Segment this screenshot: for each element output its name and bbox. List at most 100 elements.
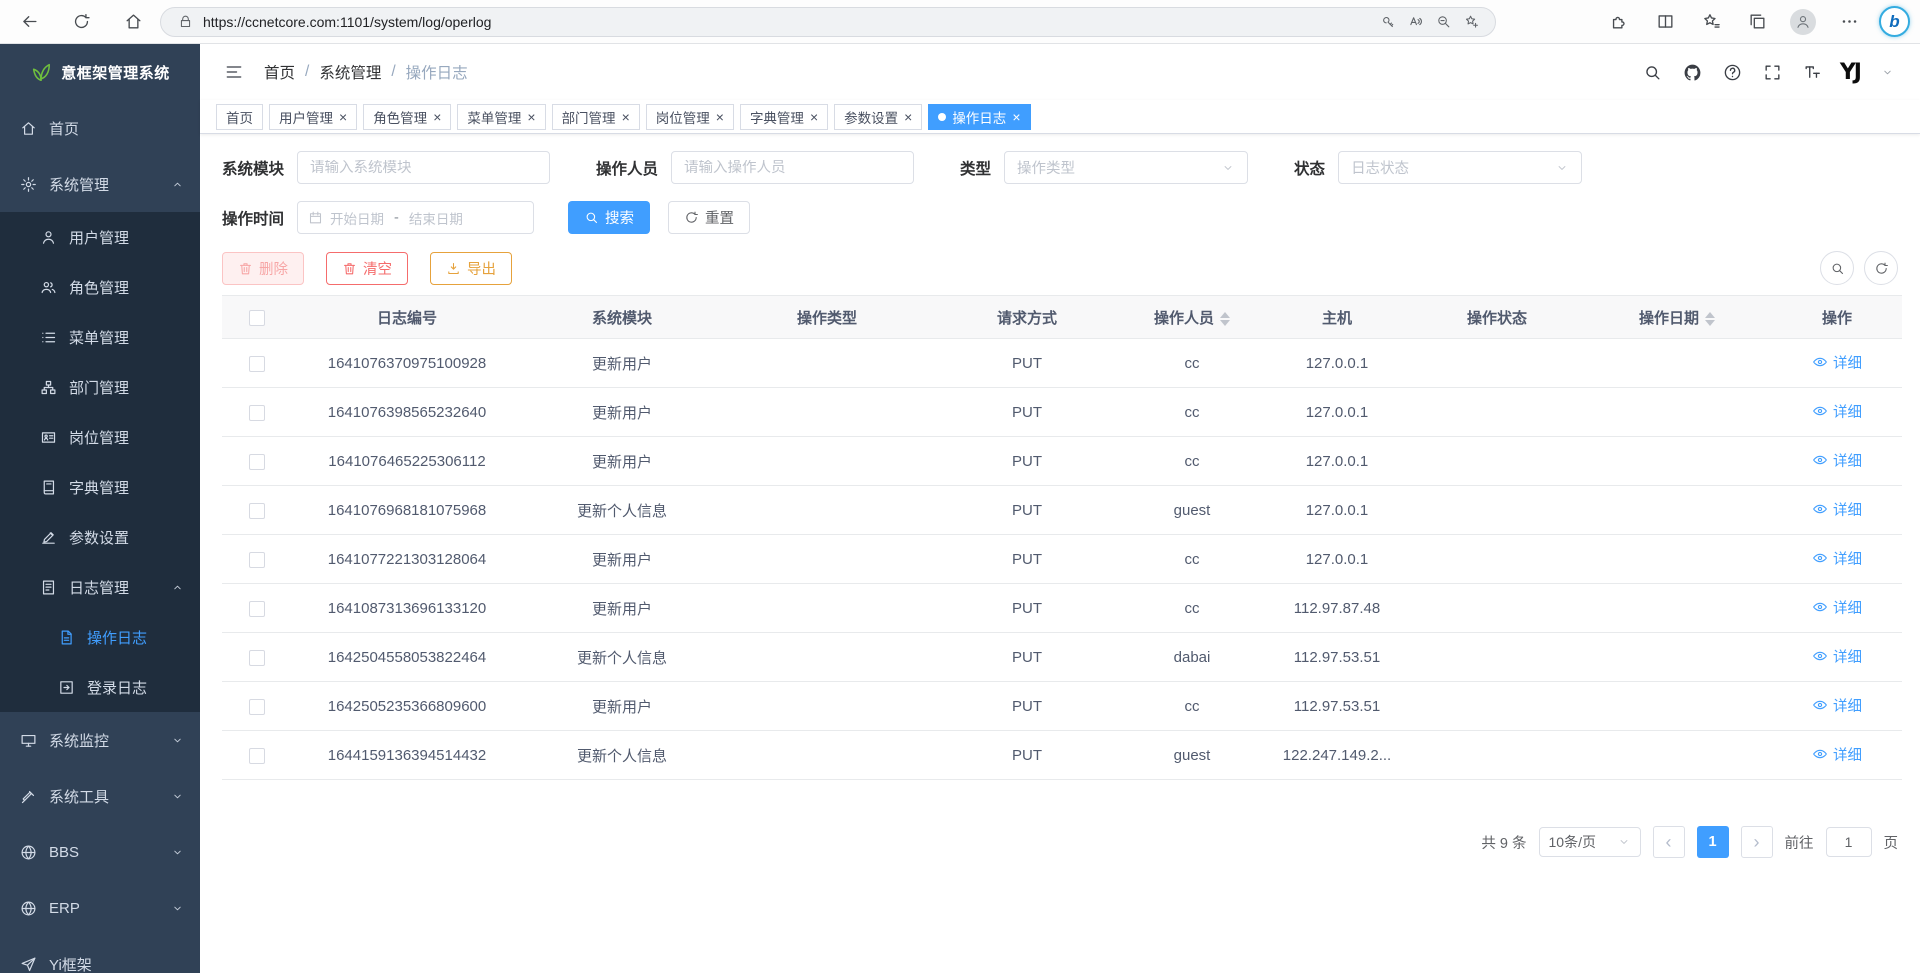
close-icon[interactable]: × xyxy=(339,110,347,124)
goto-page-input[interactable] xyxy=(1826,827,1872,857)
split-screen-button[interactable] xyxy=(1649,5,1681,39)
page-size-select[interactable]: 10条/页 xyxy=(1539,827,1641,857)
sidebar-item-home[interactable]: 首页 xyxy=(0,100,200,156)
table-search-button[interactable] xyxy=(1820,251,1854,285)
detail-link[interactable]: 详细 xyxy=(1812,695,1862,716)
read-aloud-icon[interactable] xyxy=(1403,10,1427,34)
row-checkbox[interactable] xyxy=(249,454,265,470)
sidebar-item-system-tools[interactable]: 系统工具 xyxy=(0,768,200,824)
sidebar-item-login-log[interactable]: 登录日志 xyxy=(0,662,200,712)
detail-link[interactable]: 详细 xyxy=(1812,744,1862,765)
tab-param-settings[interactable]: 参数设置× xyxy=(834,104,922,130)
close-icon[interactable]: × xyxy=(527,110,535,124)
reload-button[interactable] xyxy=(62,5,100,39)
date-range-picker[interactable]: 开始日期 - 结束日期 xyxy=(297,201,534,234)
sidebar-item-system-monitor[interactable]: 系统监控 xyxy=(0,712,200,768)
status-select[interactable]: 日志状态 xyxy=(1338,151,1582,184)
tab-dict-management[interactable]: 字典管理× xyxy=(740,104,828,130)
zoom-out-icon[interactable] xyxy=(1431,10,1455,34)
close-icon[interactable]: × xyxy=(810,110,818,124)
detail-link[interactable]: 详细 xyxy=(1812,450,1862,471)
current-page[interactable]: 1 xyxy=(1697,826,1729,858)
url-text[interactable]: https://ccnetcore.com:1101/system/log/op… xyxy=(203,14,1375,30)
github-button[interactable] xyxy=(1676,55,1710,89)
close-icon[interactable]: × xyxy=(716,110,724,124)
text-size-button[interactable] xyxy=(1796,55,1830,89)
collections-button[interactable] xyxy=(1741,5,1773,39)
breadcrumb-item[interactable]: 系统管理 xyxy=(319,61,381,83)
tab-operation-log[interactable]: 操作日志× xyxy=(928,104,1030,130)
sidebar-item-erp[interactable]: ERP xyxy=(0,880,200,936)
tab-menu-management[interactable]: 菜单管理× xyxy=(457,104,545,130)
question-button[interactable] xyxy=(1716,55,1750,89)
tab-role-management[interactable]: 角色管理× xyxy=(363,104,451,130)
app-logo[interactable]: 意框架管理系统 xyxy=(0,44,200,100)
tab-post-management[interactable]: 岗位管理× xyxy=(646,104,734,130)
next-page-button[interactable]: › xyxy=(1741,826,1773,858)
clear-button[interactable]: 清空 xyxy=(326,252,408,285)
favorites-bar-button[interactable] xyxy=(1695,5,1727,39)
detail-link[interactable]: 详细 xyxy=(1812,646,1862,667)
detail-link[interactable]: 详细 xyxy=(1812,548,1862,569)
detail-link[interactable]: 详细 xyxy=(1812,597,1862,618)
sidebar-item-menu-management[interactable]: 菜单管理 xyxy=(0,312,200,362)
search-button[interactable]: 搜索 xyxy=(568,201,650,234)
back-button[interactable] xyxy=(10,5,48,39)
row-checkbox[interactable] xyxy=(249,748,265,764)
puzzle-button[interactable] xyxy=(1603,5,1635,39)
sidebar-item-dept-management[interactable]: 部门管理 xyxy=(0,362,200,412)
close-icon[interactable]: × xyxy=(433,110,441,124)
detail-link[interactable]: 详细 xyxy=(1812,352,1862,373)
select-all-checkbox[interactable] xyxy=(249,310,265,326)
fullscreen-button[interactable] xyxy=(1756,55,1790,89)
sort-caret-icon[interactable] xyxy=(1220,312,1230,326)
tab-dept-management[interactable]: 部门管理× xyxy=(552,104,640,130)
caret-down-icon[interactable] xyxy=(1870,55,1904,89)
operator-input[interactable] xyxy=(684,160,901,176)
star-plus-icon[interactable] xyxy=(1459,10,1483,34)
row-checkbox[interactable] xyxy=(249,650,265,666)
sidebar-item-operation-log[interactable]: 操作日志 xyxy=(0,612,200,662)
close-icon[interactable]: × xyxy=(904,110,912,124)
reset-button[interactable]: 重置 xyxy=(668,201,750,234)
sidebar-item-log-management[interactable]: 日志管理 xyxy=(0,562,200,612)
row-checkbox[interactable] xyxy=(249,552,265,568)
detail-link[interactable]: 详细 xyxy=(1812,499,1862,520)
prev-page-button[interactable]: ‹ xyxy=(1653,826,1685,858)
export-button[interactable]: 导出 xyxy=(430,252,512,285)
copilot-icon[interactable]: b xyxy=(1879,6,1910,37)
detail-link[interactable]: 详细 xyxy=(1812,401,1862,422)
sidebar-item-role-management[interactable]: 角色管理 xyxy=(0,262,200,312)
table-refresh-button[interactable] xyxy=(1864,251,1898,285)
key-icon[interactable] xyxy=(1375,10,1399,34)
module-input[interactable] xyxy=(310,160,537,176)
sort-caret-icon[interactable] xyxy=(1705,312,1715,326)
close-icon[interactable]: × xyxy=(622,110,630,124)
type-select[interactable]: 操作类型 xyxy=(1004,151,1248,184)
profile-button[interactable] xyxy=(1787,5,1819,39)
search-button[interactable] xyxy=(1636,55,1670,89)
breadcrumb-item[interactable]: 首页 xyxy=(264,61,295,83)
home-button[interactable] xyxy=(114,5,152,39)
column-header-date[interactable]: 操作日期 xyxy=(1582,296,1772,339)
dots-button[interactable] xyxy=(1833,5,1865,39)
close-icon[interactable]: × xyxy=(1012,110,1020,124)
yi-logo[interactable]: YJ xyxy=(1840,60,1860,85)
row-checkbox[interactable] xyxy=(249,503,265,519)
sidebar-item-dict-management[interactable]: 字典管理 xyxy=(0,462,200,512)
sidebar-item-system-management[interactable]: 系统管理 xyxy=(0,156,200,212)
sidebar-item-user-management[interactable]: 用户管理 xyxy=(0,212,200,262)
address-bar[interactable]: https://ccnetcore.com:1101/system/log/op… xyxy=(160,7,1496,37)
tab-user-management[interactable]: 用户管理× xyxy=(269,104,357,130)
row-checkbox[interactable] xyxy=(249,601,265,617)
delete-button[interactable]: 删除 xyxy=(222,252,304,285)
row-checkbox[interactable] xyxy=(249,356,265,372)
sidebar-item-bbs[interactable]: BBS xyxy=(0,824,200,880)
sidebar-item-yi-framework[interactable]: Yi框架 xyxy=(0,936,200,973)
sidebar-item-param-settings[interactable]: 参数设置 xyxy=(0,512,200,562)
tab-home[interactable]: 首页 xyxy=(216,104,263,130)
sidebar-item-post-management[interactable]: 岗位管理 xyxy=(0,412,200,462)
hamburger-icon[interactable] xyxy=(216,54,252,90)
row-checkbox[interactable] xyxy=(249,405,265,421)
row-checkbox[interactable] xyxy=(249,699,265,715)
